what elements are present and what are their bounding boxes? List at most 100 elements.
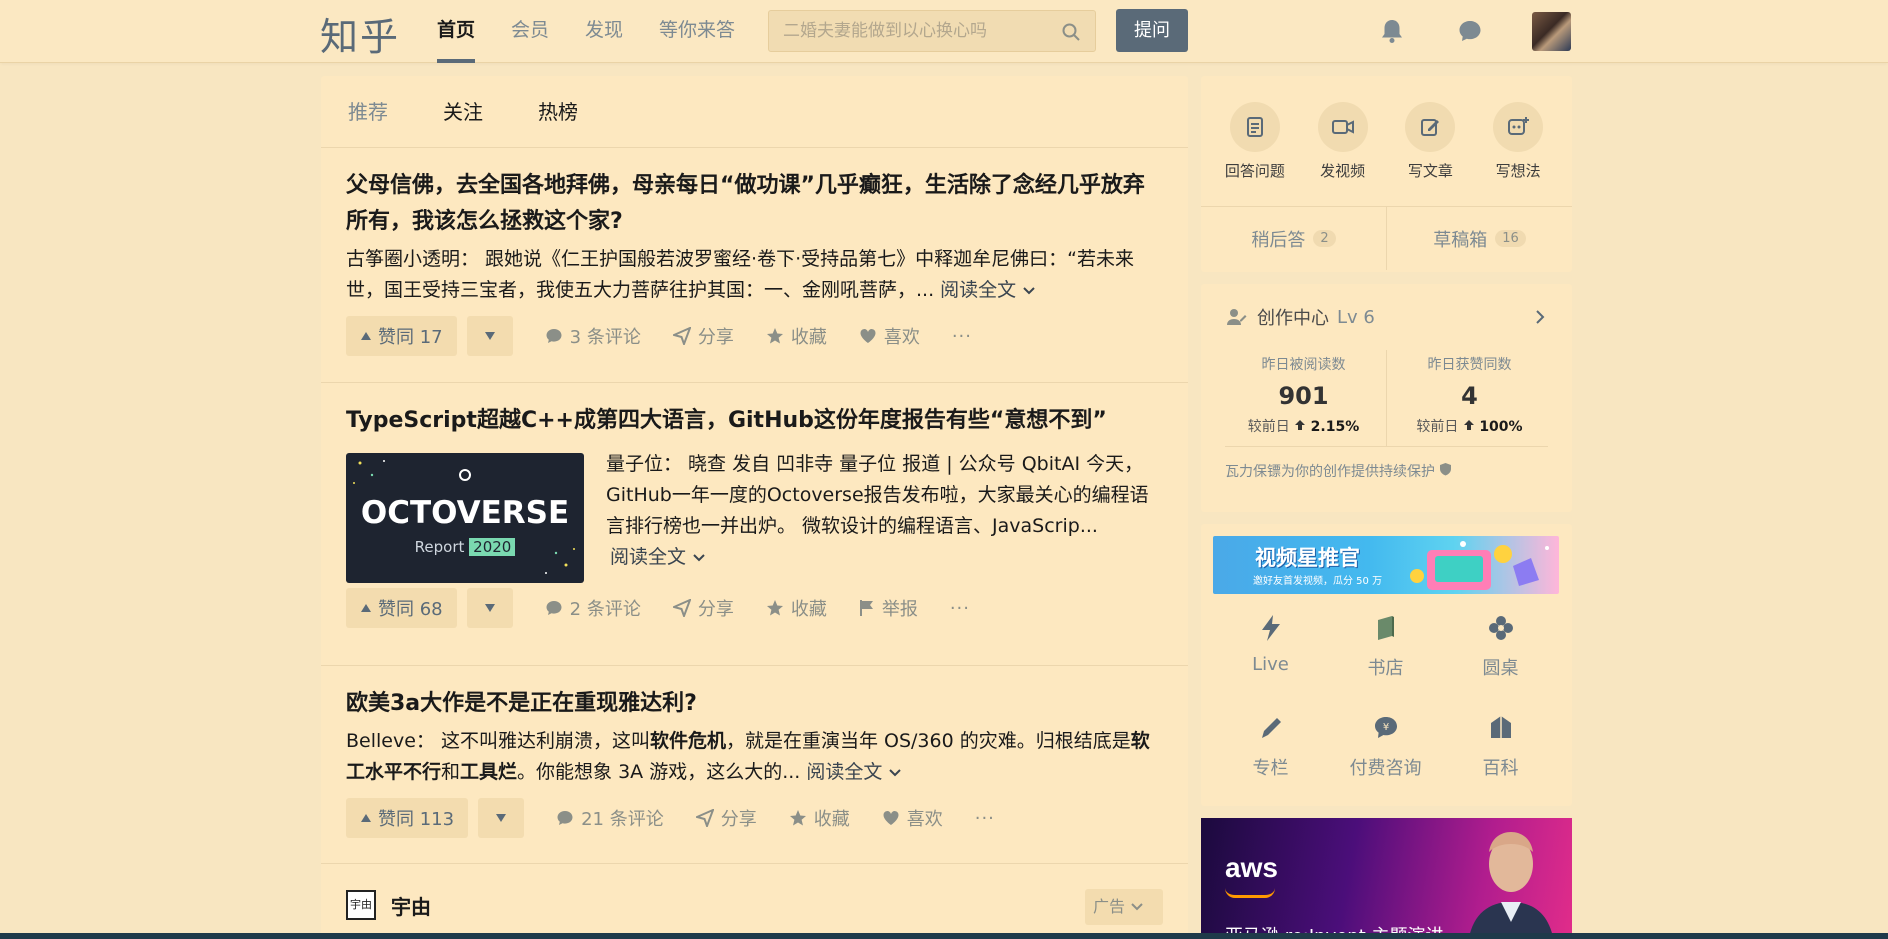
favorite-button[interactable]: 收藏 xyxy=(789,805,850,831)
quick-label: 回答问题 xyxy=(1224,162,1285,180)
favorite-button[interactable]: 收藏 xyxy=(766,323,827,349)
user-avatar[interactable] xyxy=(1532,12,1571,51)
read-more-link[interactable]: 阅读全文 xyxy=(610,546,706,568)
answer-question-action[interactable]: 回答问题 xyxy=(1215,102,1295,206)
quick-actions: 回答问题 发视频 写文章 写想法 xyxy=(1201,76,1572,206)
share-button[interactable]: 分享 xyxy=(695,805,757,831)
article-excerpt[interactable]: 量子位： 晓查 发自 凹非寺 量子位 报道 | 公众号 QbitAI 今天，Gi… xyxy=(606,449,1161,573)
tile-paid-consult[interactable]: ¥ 付费咨询 xyxy=(1328,704,1443,804)
protection-note[interactable]: 瓦力保镖为你的创作提供持续保护 xyxy=(1225,446,1548,481)
quick-label: 写想法 xyxy=(1495,162,1541,180)
lightning-icon xyxy=(1261,615,1280,641)
favorite-label: 收藏 xyxy=(813,809,850,830)
quick-label: 发视频 xyxy=(1320,162,1366,180)
share-label: 分享 xyxy=(697,599,734,620)
nav-waiting-answers[interactable]: 等你来答 xyxy=(659,0,735,63)
read-more-link[interactable]: 阅读全文 xyxy=(940,279,1036,301)
later-answer-button[interactable]: 稍后答 2 xyxy=(1201,207,1386,270)
drafts-button[interactable]: 草稿箱 16 xyxy=(1386,207,1572,270)
report-button[interactable]: 举报 xyxy=(859,595,918,621)
tile-label: 书店 xyxy=(1367,658,1404,679)
search-icon[interactable] xyxy=(1061,22,1081,42)
tile-label: 百科 xyxy=(1482,758,1519,779)
search-box xyxy=(768,10,1096,52)
share-button[interactable]: 分享 xyxy=(672,323,734,349)
arrow-up-icon xyxy=(1463,420,1474,430)
like-button[interactable]: 喜欢 xyxy=(882,805,943,831)
like-button[interactable]: 喜欢 xyxy=(859,323,920,349)
question-title[interactable]: 欧美3a大作是不是正在重现雅达利? xyxy=(346,686,1161,722)
comments-button[interactable]: 2 条评论 xyxy=(545,595,641,621)
triangle-up-icon xyxy=(361,814,371,822)
read-more-label: 阅读全文 xyxy=(940,279,1017,301)
more-options-icon[interactable]: ··· xyxy=(950,598,970,619)
heart-icon xyxy=(860,329,876,343)
chevron-down-icon xyxy=(1023,287,1035,295)
zhihu-logo[interactable]: 知乎 xyxy=(320,6,400,61)
upvote-button[interactable]: 赞同 17 xyxy=(346,316,457,356)
pen-icon xyxy=(1261,718,1281,738)
post-video-action[interactable]: 发视频 xyxy=(1303,102,1383,206)
quick-icon-circle xyxy=(1405,102,1456,152)
stat-compare: 较前日 2.15% xyxy=(1221,416,1386,436)
favorite-button[interactable]: 收藏 xyxy=(766,595,827,621)
upvote-button[interactable]: 赞同 68 xyxy=(346,588,457,628)
downvote-button[interactable] xyxy=(466,588,513,628)
nav-home[interactable]: 首页 xyxy=(437,0,476,63)
downvote-button[interactable] xyxy=(466,316,513,356)
answer-excerpt[interactable]: Belleve： 这不叫雅达利崩溃，这叫软件危机，就是在重演当年 OS/360 … xyxy=(346,726,1161,788)
tile-roundtable[interactable]: 圆桌 xyxy=(1443,604,1558,704)
comments-button[interactable]: 3 条评论 xyxy=(545,323,641,349)
write-article-action[interactable]: 写文章 xyxy=(1390,102,1470,206)
messages-icon[interactable] xyxy=(1456,17,1484,45)
quick-icon-circle xyxy=(1493,102,1544,152)
article-thumbnail[interactable]: OCTOVERSE Report 2020 xyxy=(346,453,584,583)
nav-vip[interactable]: 会员 xyxy=(511,0,549,63)
aws-ad-banner[interactable]: aws 亚马逊 re:Invent 主题演讲 xyxy=(1201,818,1572,939)
triangle-down-icon xyxy=(484,604,495,612)
more-options-icon[interactable]: ··· xyxy=(952,326,972,347)
comment-icon xyxy=(546,329,562,343)
video-promo-banner[interactable]: 视频星推官 邀好友首发视频，瓜分 50 万 xyxy=(1213,536,1559,594)
tab-recommend[interactable]: 推荐 xyxy=(348,76,388,147)
features-card: 视频星推官 邀好友首发视频，瓜分 50 万 Live 书店 圆桌 专栏 ¥ 付费… xyxy=(1201,524,1572,806)
chevron-down-icon xyxy=(693,554,705,562)
downvote-button[interactable] xyxy=(478,798,525,838)
chevron-down-icon xyxy=(889,769,902,777)
quick-label: 写文章 xyxy=(1407,162,1453,180)
brand-name[interactable]: 宇由 xyxy=(391,891,431,920)
search-input[interactable] xyxy=(783,11,1053,51)
share-plane-icon xyxy=(672,599,691,617)
read-more-link[interactable]: 阅读全文 xyxy=(806,761,902,783)
nav-discover[interactable]: 发现 xyxy=(585,0,623,63)
aws-logo: aws xyxy=(1225,852,1278,883)
tab-hot-list[interactable]: 热榜 xyxy=(538,76,578,147)
tile-encyclopedia[interactable]: 百科 xyxy=(1443,704,1558,804)
brand-logo[interactable]: 宇由 xyxy=(346,890,376,920)
share-button[interactable]: 分享 xyxy=(672,595,734,621)
tile-live[interactable]: Live xyxy=(1213,604,1328,704)
chevron-right-icon xyxy=(1536,310,1545,324)
ad-item: 宇由 宇由 广告 xyxy=(321,864,1188,939)
stat-upvotes: 昨日获赞同数 4 较前日 100% xyxy=(1386,350,1552,446)
protection-text: 瓦力保镖为你的创作提供持续保护 xyxy=(1225,464,1435,480)
tile-bookstore[interactable]: 书店 xyxy=(1328,604,1443,704)
creator-center-header[interactable]: 创作中心 Lv 6 xyxy=(1201,284,1572,350)
write-thought-action[interactable]: 写想法 xyxy=(1478,102,1558,206)
ad-badge-button[interactable]: 广告 xyxy=(1085,889,1163,925)
upvote-button[interactable]: 赞同 113 xyxy=(346,798,469,838)
notification-bell-icon[interactable] xyxy=(1378,17,1406,45)
encyclopedia-icon xyxy=(1490,716,1511,738)
tab-following[interactable]: 关注 xyxy=(443,76,483,147)
more-options-icon[interactable]: ··· xyxy=(975,808,995,829)
heart-icon xyxy=(883,811,899,825)
ask-question-button[interactable]: 提问 xyxy=(1116,9,1188,52)
article-title[interactable]: TypeScript超越C++成第四大语言，GitHub这份年度报告有些“意想不… xyxy=(346,403,1161,439)
question-title[interactable]: 父母信佛，去全国各地拜佛，母亲每日“做功课”几乎癫狂，生活除了念经几乎放弃所有，… xyxy=(346,168,1161,240)
document-icon xyxy=(1246,117,1263,137)
answer-excerpt[interactable]: 古筝圈小透明： 跟她说《仁王护国般若波罗蜜经·卷下·受持品第七》中释迦牟尼佛曰：… xyxy=(346,244,1161,306)
comment-icon xyxy=(557,811,573,825)
stat-value: 4 xyxy=(1461,382,1478,410)
tile-column[interactable]: 专栏 xyxy=(1213,704,1328,804)
comments-button[interactable]: 21 条评论 xyxy=(556,805,664,831)
